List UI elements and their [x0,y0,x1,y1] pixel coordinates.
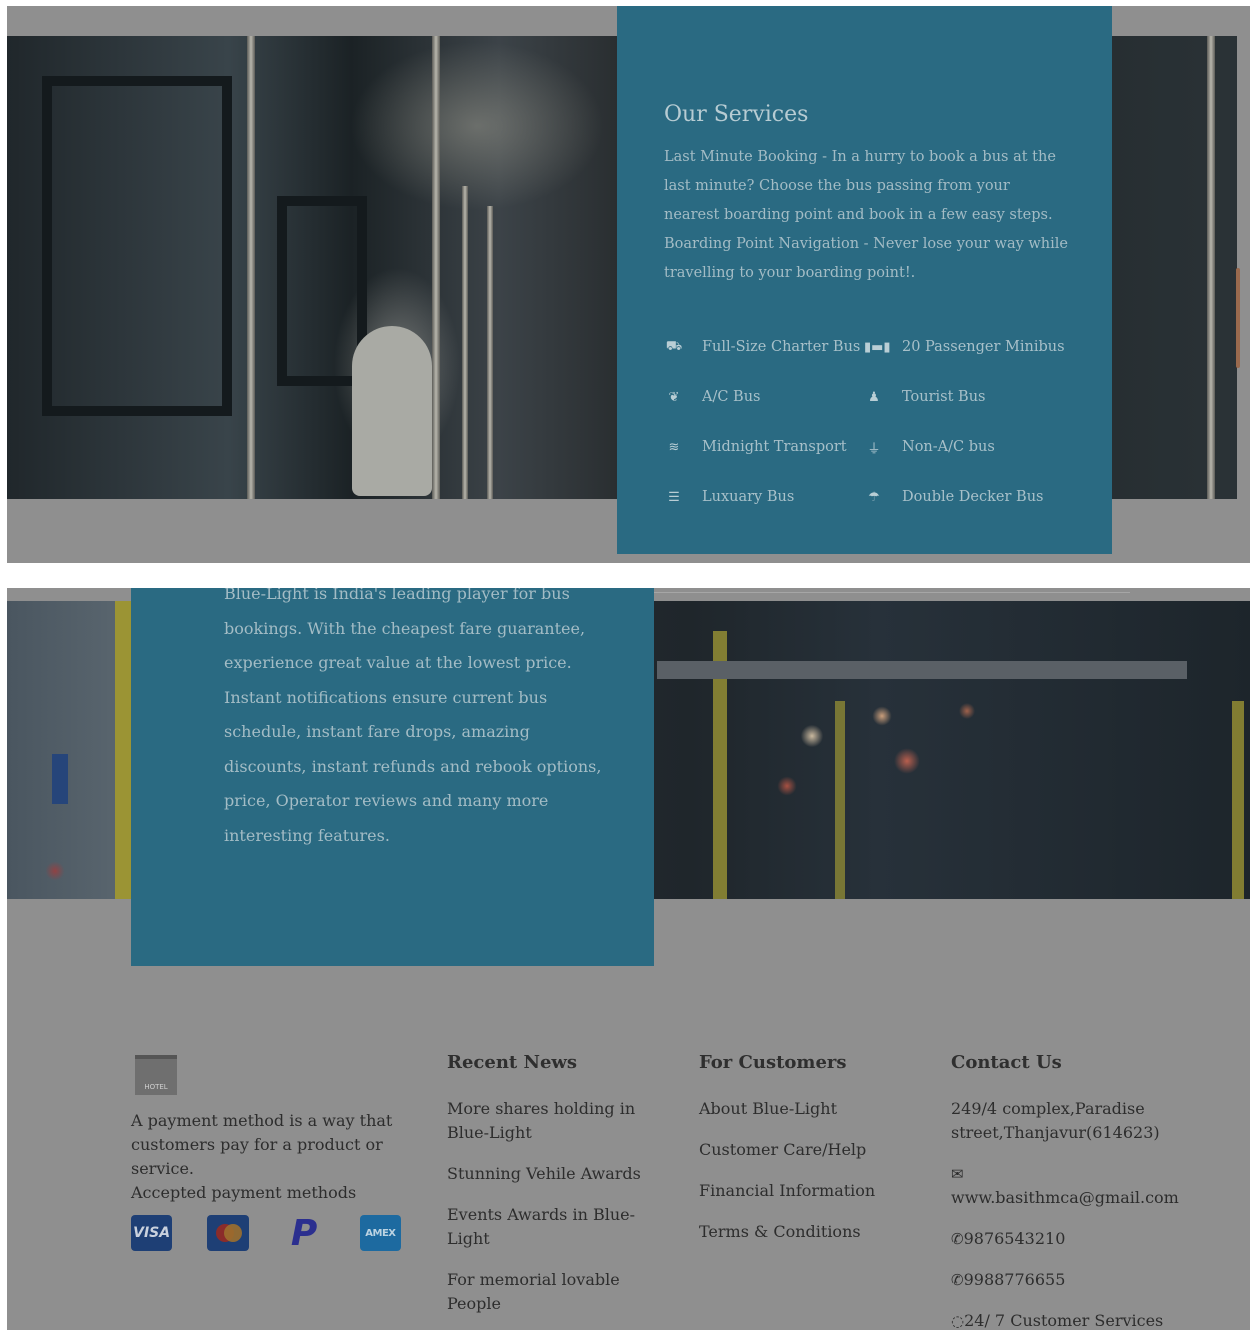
service-label: A/C Bus [702,389,761,405]
bus-pole [1207,36,1215,499]
service-label: Tourist Bus [902,389,986,405]
service-label: Full-Size Charter Bus [702,339,861,355]
services-section: Our Services Last Minute Booking - In a … [7,6,1250,563]
customer-link[interactable]: Financial Information [699,1179,919,1203]
services-description: Last Minute Booking - In a hurry to book… [664,149,1069,281]
contact-email[interactable]: ✉ www.basithmca@gmail.com [951,1162,1211,1210]
microphone-icon: ⏚ [867,441,881,457]
service-label: Non-A/C bus [902,439,995,455]
about-card: Blue-Light is India's leading player for… [131,588,654,966]
bus-icon: ⛟ [665,338,683,354]
about-text: Blue-Light is India's leading player for… [224,588,602,845]
bus-pole [462,186,468,499]
footer-contact: Contact Us 249/4 complex,Paradise street… [951,1048,1211,1330]
footer-recent-news: Recent News More shares holding in Blue-… [447,1048,677,1330]
scrollbar-thumb[interactable] [1236,268,1240,368]
bus-pole [432,36,440,499]
footer-customers: For Customers About Blue-Light Customer … [699,1048,919,1261]
mastercard-icon [207,1215,249,1251]
news-link[interactable]: Events Awards in Blue-Light [447,1203,677,1251]
phone-icon: ✆ [951,1230,964,1248]
service-label: Midnight Transport [702,439,847,455]
contact-address: 249/4 complex,Paradise street,Thanjavur(… [951,1099,1160,1142]
passenger [352,326,432,496]
payment-description: A payment method is a way that customers… [131,1111,393,1178]
swimmer-icon: ≋ [668,439,680,455]
bus-window [42,76,232,416]
service-item[interactable]: ≋ Midnight Transport [664,436,864,458]
contact-title: Contact Us [951,1052,1062,1073]
yellow-pole [1232,701,1244,899]
service-item[interactable]: ☰ Luxuary Bus [664,486,864,508]
logo-text: HOTEL [144,1083,168,1091]
contact-phone[interactable]: ✆9876543210 [951,1227,1211,1251]
shelter-roof [657,661,1187,679]
service-label: Double Decker Bus [902,489,1044,505]
news-link[interactable]: More shares holding in Blue-Light [447,1097,677,1145]
service-item[interactable]: ☂ Double Decker Bus [864,486,1074,508]
dumbbell-icon: ▮▬▮ [864,339,891,355]
service-item[interactable]: ♟ Tourist Bus [864,386,1074,408]
service-item[interactable]: ⏚ Non-A/C bus [864,436,1074,458]
phone-icon: ✆ [951,1271,964,1289]
payment-methods: VISA P AMEX [131,1212,401,1254]
comment-icon: ◌ [951,1312,965,1330]
payment-methods-label: Accepted payment methods [131,1183,357,1202]
customer-link[interactable]: About Blue-Light [699,1097,919,1121]
services-title: Our Services [664,102,809,127]
service-item[interactable]: ⛟ Full-Size Charter Bus [664,336,864,358]
about-footer-section: Blue-Light is India's leading player for… [7,588,1250,1330]
customers-title: For Customers [699,1052,847,1073]
service-label: 20 Passenger Minibus [902,339,1065,355]
service-item[interactable]: ▮▬▮ 20 Passenger Minibus [864,336,1074,358]
news-link[interactable]: For memorial lovable People [447,1268,677,1316]
contact-phone[interactable]: ✆9988776655 [951,1268,1211,1292]
service-text: 24/ 7 Customer Services [964,1311,1164,1330]
hotel-logo[interactable]: HOTEL [135,1055,177,1095]
waves-icon: ☰ [668,489,680,505]
customer-link[interactable]: Terms & Conditions [699,1220,919,1244]
blue-sign [52,754,68,804]
spa-icon: ❦ [668,389,680,405]
umbrella-beach-icon: ☂ [868,489,880,505]
paypal-icon: P [290,1212,318,1254]
bus-pole [487,206,493,499]
yellow-pole [835,701,845,899]
services-list: ⛟ Full-Size Charter Bus ▮▬▮ 20 Passenger M… [664,336,1066,508]
yellow-pole [115,601,131,899]
envelope-icon: ✉ [951,1165,964,1183]
service-item[interactable]: ❦ A/C Bus [664,386,864,408]
phone-text: 9988776655 [963,1270,1066,1289]
visa-icon: VISA [131,1215,173,1251]
customer-link[interactable]: Customer Care/Help [699,1138,919,1162]
amex-icon: AMEX [359,1215,401,1251]
recent-news-title: Recent News [447,1052,578,1073]
phone-text: 9876543210 [963,1229,1066,1248]
service-label: Luxuary Bus [702,489,795,505]
footer-about: HOTEL A payment method is a way that cus… [131,1048,401,1254]
email-text: www.basithmca@gmail.com [951,1188,1179,1207]
news-link[interactable]: Stunning Vehile Awards [447,1162,677,1186]
services-card: Our Services Last Minute Booking - In a … [617,6,1112,554]
bell-icon: ♟ [868,389,880,405]
contact-service: ◌24/ 7 Customer Services [951,1309,1211,1330]
bus-pole [247,36,255,499]
